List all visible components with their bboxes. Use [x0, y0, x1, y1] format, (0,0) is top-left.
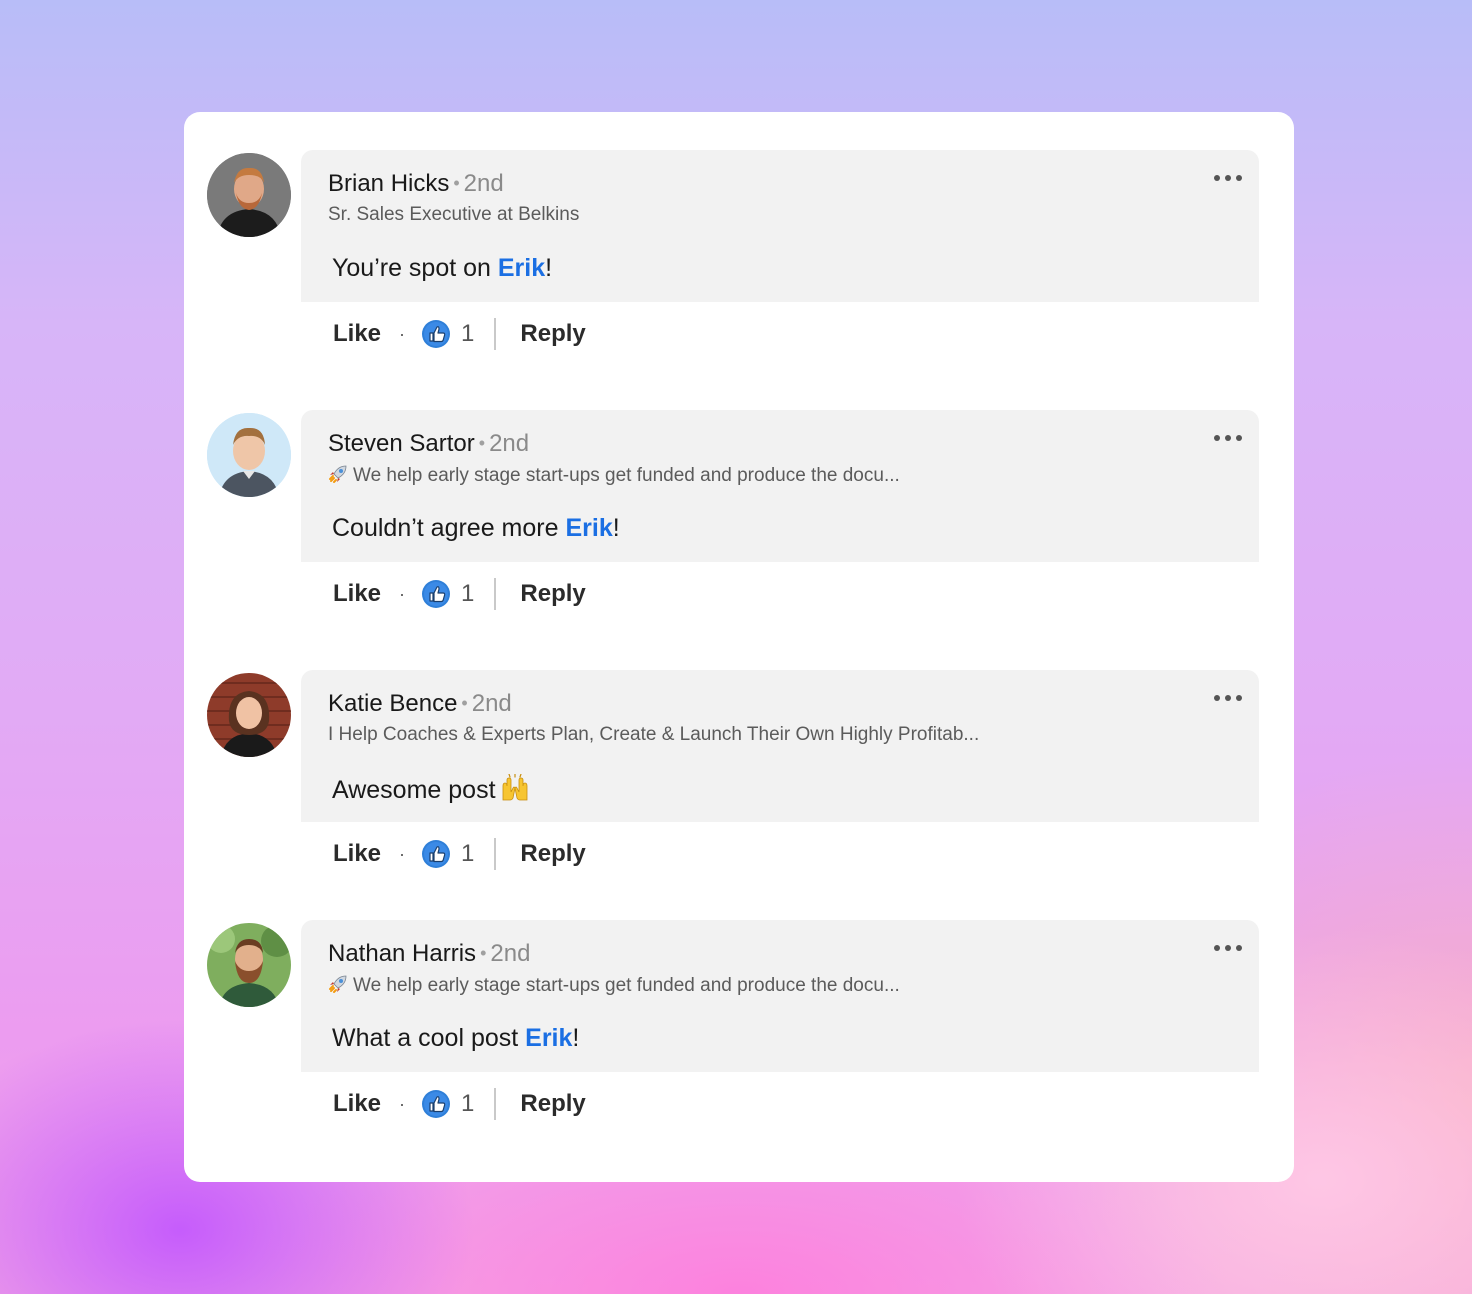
reaction-count[interactable]: 1: [461, 1090, 474, 1118]
action-separator: ·: [399, 323, 406, 344]
comment-item: Nathan Harris • 2nd We help early stage st…: [184, 882, 1294, 1122]
comment-bubble: Nathan Harris • 2nd We help early stage st…: [301, 920, 1259, 1072]
raising-hands-icon: [500, 773, 530, 802]
like-button[interactable]: Like: [333, 1090, 381, 1118]
comment-actions: Like · 1 Reply: [333, 834, 586, 874]
degree-separator: •: [480, 943, 487, 963]
reply-button[interactable]: Reply: [520, 1090, 585, 1118]
author-headline: I Help Coaches & Experts Plan, Create & …: [328, 724, 980, 745]
comment-actions: Like · 1 Reply: [333, 314, 586, 354]
comment-text: You’re spot on Erik!: [332, 254, 553, 282]
more-options-icon[interactable]: [1213, 688, 1243, 708]
more-options-icon[interactable]: [1213, 938, 1243, 958]
connection-degree: 2nd: [463, 170, 504, 197]
comment-bubble: Steven Sartor • 2nd We help early stage st…: [301, 410, 1259, 562]
more-options-icon[interactable]: [1213, 168, 1243, 188]
divider: [494, 578, 497, 610]
comment-item: Brian Hicks • 2nd Sr. Sales Executive at B…: [184, 112, 1294, 352]
comment-actions: Like · 1 Reply: [333, 1084, 586, 1124]
avatar[interactable]: [207, 153, 291, 237]
like-reaction-icon[interactable]: [421, 579, 451, 609]
rocket-icon: [328, 974, 348, 994]
comment-text: Awesome post: [332, 773, 530, 805]
author-name[interactable]: Nathan Harris: [328, 940, 476, 967]
avatar[interactable]: [207, 413, 291, 497]
rocket-icon: [328, 464, 348, 484]
mention-link[interactable]: Erik: [525, 1024, 572, 1052]
degree-separator: •: [478, 433, 486, 453]
author-name[interactable]: Steven Sartor: [328, 430, 475, 457]
comment-item: Katie Bence • 2nd I Help Coaches & Experts…: [184, 632, 1294, 872]
like-reaction-icon[interactable]: [421, 1089, 451, 1119]
comment-bubble: Katie Bence • 2nd I Help Coaches & Experts…: [301, 670, 1259, 822]
author-headline: We help early stage start-ups get funded…: [328, 464, 900, 487]
author-headline: We help early stage start-ups get funded…: [328, 974, 900, 997]
like-reaction-icon[interactable]: [421, 319, 451, 349]
degree-separator: •: [453, 173, 460, 193]
divider: [494, 1088, 497, 1120]
reaction-count[interactable]: 1: [461, 580, 474, 608]
reply-button[interactable]: Reply: [520, 580, 585, 608]
action-separator: ·: [399, 843, 406, 864]
author-headline: Sr. Sales Executive at Belkins: [328, 204, 580, 225]
reaction-count[interactable]: 1: [461, 840, 474, 868]
like-button[interactable]: Like: [333, 840, 381, 868]
comment-item: Steven Sartor • 2nd We help early stage st…: [184, 372, 1294, 612]
avatar[interactable]: [207, 673, 291, 757]
action-separator: ·: [399, 1093, 406, 1114]
comment-actions: Like · 1 Reply: [333, 574, 586, 614]
author-name[interactable]: Brian Hicks: [328, 170, 449, 197]
like-button[interactable]: Like: [333, 580, 381, 608]
comment-text: What a cool post Erik!: [332, 1024, 580, 1052]
mention-link[interactable]: Erik: [498, 254, 545, 282]
avatar[interactable]: [207, 923, 291, 1007]
connection-degree: 2nd: [471, 690, 512, 717]
comments-card: Brian Hicks • 2nd Sr. Sales Executive at B…: [184, 112, 1294, 1182]
divider: [494, 838, 497, 870]
more-options-icon[interactable]: [1213, 428, 1243, 448]
action-separator: ·: [399, 583, 406, 604]
divider: [494, 318, 497, 350]
degree-separator: •: [461, 693, 468, 713]
like-reaction-icon[interactable]: [421, 839, 451, 869]
like-button[interactable]: Like: [333, 320, 381, 348]
comment-bubble: Brian Hicks • 2nd Sr. Sales Executive at B…: [301, 150, 1259, 302]
comment-text: Couldn’t agree more Erik!: [332, 514, 620, 542]
reply-button[interactable]: Reply: [520, 320, 585, 348]
connection-degree: 2nd: [489, 430, 530, 457]
connection-degree: 2nd: [490, 940, 531, 967]
reply-button[interactable]: Reply: [520, 840, 585, 868]
mention-link[interactable]: Erik: [565, 514, 612, 542]
author-name[interactable]: Katie Bence: [328, 690, 457, 717]
reaction-count[interactable]: 1: [461, 320, 474, 348]
